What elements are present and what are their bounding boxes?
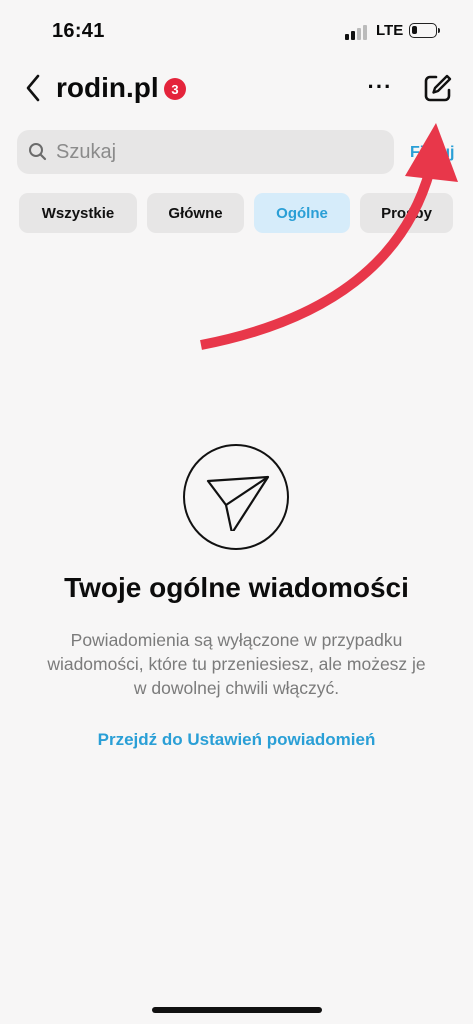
chip-all[interactable]: Wszystkie [19,193,137,233]
compose-button[interactable] [422,72,454,104]
home-indicator[interactable] [152,1007,322,1013]
empty-state-title: Twoje ogólne wiadomości [64,572,409,603]
paper-plane-badge [183,444,289,550]
search-placeholder: Szukaj [56,141,117,163]
more-button[interactable]: ··· [367,74,393,100]
notification-settings-link[interactable]: Przejdź do Ustawień powiadomień [0,730,473,750]
network-label: LTE [376,22,404,39]
search-icon [29,143,47,161]
chip-general[interactable]: Ogólne [254,193,350,233]
back-button[interactable] [22,72,46,104]
more-icon: ··· [367,74,393,99]
page-title[interactable]: rodin.pl [56,72,159,104]
status-time: 16:41 [52,20,105,42]
chip-requests[interactable]: Prośby [360,193,453,233]
filter-button[interactable]: Filtruj [410,144,454,162]
paper-plane-icon [206,475,270,531]
signal-icon [345,24,371,40]
chip-primary[interactable]: Główne [147,193,244,233]
compose-icon [424,74,452,102]
back-chevron-icon [26,74,40,102]
unread-badge: 3 [164,78,186,100]
empty-state-description: Powiadomienia są wyłączone w przypadku w… [47,630,426,698]
battery-icon [409,23,440,38]
